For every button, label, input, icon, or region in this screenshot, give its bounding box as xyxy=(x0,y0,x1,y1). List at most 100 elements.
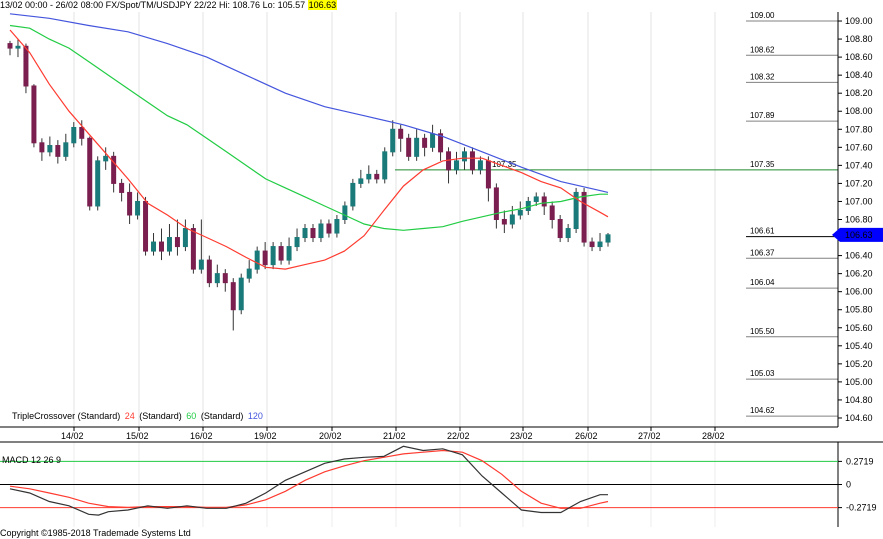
candle-body xyxy=(549,205,555,221)
candle[interactable] xyxy=(350,178,356,211)
y-tick-label-105.60: 105.60 xyxy=(845,323,873,333)
candle[interactable] xyxy=(95,156,101,211)
candle[interactable] xyxy=(238,273,244,315)
level-label-106.37: 106.37 xyxy=(750,248,775,257)
candle-body xyxy=(166,237,172,252)
candle-body xyxy=(517,209,523,216)
indicator-name: TripleCrossover (Standard) xyxy=(12,411,120,421)
y-tick-label-104.80: 104.80 xyxy=(845,395,873,405)
candle-body xyxy=(414,137,420,157)
x-tick-label-26-02: 26/02 xyxy=(575,431,598,441)
candle-body xyxy=(71,126,77,144)
x-tick-label-28-02: 28/02 xyxy=(702,431,725,441)
candle-body xyxy=(557,219,563,239)
candle[interactable] xyxy=(557,214,563,243)
candle-body xyxy=(294,237,300,248)
candle[interactable] xyxy=(87,136,93,211)
indicator-period-24-label: (Standard) xyxy=(139,411,182,421)
candle-body xyxy=(79,126,85,139)
y-tick-label-107.60: 107.60 xyxy=(845,142,873,152)
macd-signal-line xyxy=(9,449,609,509)
y-tick-label-108.00: 108.00 xyxy=(845,106,873,116)
time-axis: 14/02 15/02 16/02 19/02 20/02 21/02 22/02 23/02… xyxy=(61,427,725,441)
level-label-106.61: 106.61 xyxy=(750,227,775,236)
candle-body xyxy=(31,85,37,144)
candle-body xyxy=(390,128,396,153)
x-tick-label-16-02: 16/02 xyxy=(190,431,213,441)
candle-body xyxy=(469,151,475,171)
candle-body xyxy=(254,250,260,270)
macd-panel: 0.2719 0 -0.2719 xyxy=(0,441,883,527)
candle-body xyxy=(39,142,45,153)
x-tick-label-21-02: 21/02 xyxy=(383,431,406,441)
candle-body xyxy=(87,137,93,207)
candle-body xyxy=(206,259,212,284)
candle-body xyxy=(214,273,220,284)
candle[interactable] xyxy=(406,133,412,161)
candle-body xyxy=(406,137,412,157)
y-tick-label-105.00: 105.00 xyxy=(845,377,873,387)
candle-body xyxy=(135,200,141,216)
x-tick-label-27-02: 27/02 xyxy=(638,431,661,441)
y-tick-label-108.60: 108.60 xyxy=(845,52,873,62)
candle[interactable] xyxy=(23,43,29,94)
price-chart[interactable]: 109.00108.62108.32107.89107.35 107.35106.… xyxy=(0,0,883,539)
y-tick-label-106.20: 106.20 xyxy=(845,269,873,279)
candle-body xyxy=(174,237,180,248)
candle-body xyxy=(501,219,507,225)
candle-body xyxy=(302,228,308,239)
y-tick-label-107.80: 107.80 xyxy=(845,124,873,134)
y-tick-label-108.80: 108.80 xyxy=(845,34,873,44)
candle-body xyxy=(398,128,404,139)
candle-body xyxy=(262,250,268,266)
level-label-105.50: 105.50 xyxy=(750,327,775,336)
x-tick-label-22-02: 22/02 xyxy=(447,431,470,441)
y-tick-label-107.40: 107.40 xyxy=(845,160,873,170)
candle-body xyxy=(7,43,13,49)
candle-body xyxy=(350,182,356,207)
y-tick-label-105.20: 105.20 xyxy=(845,359,873,369)
candle-body xyxy=(565,228,571,239)
main-plot-area xyxy=(0,12,838,427)
candle-body xyxy=(286,246,292,261)
candle-body xyxy=(430,133,436,148)
candle[interactable] xyxy=(143,196,149,256)
candle-body xyxy=(151,241,157,252)
candle[interactable] xyxy=(469,147,475,175)
macd-tick-label: 0.2719 xyxy=(846,456,874,466)
candle[interactable] xyxy=(31,84,37,148)
candle-body xyxy=(509,214,515,225)
level-label-106.04: 106.04 xyxy=(750,278,775,287)
candle[interactable] xyxy=(254,246,260,274)
candle-body xyxy=(326,223,332,234)
candle[interactable] xyxy=(270,242,276,270)
candle[interactable] xyxy=(573,187,579,234)
candle-body xyxy=(198,259,204,270)
x-tick-label-19-02: 19/02 xyxy=(254,431,277,441)
level-label-105.03: 105.03 xyxy=(750,369,775,378)
candle-body xyxy=(318,223,324,239)
level-label-104.62: 104.62 xyxy=(750,406,775,415)
candle-body xyxy=(374,173,380,180)
y-tick-label-109.00: 109.00 xyxy=(845,16,873,26)
candle-body xyxy=(190,228,196,270)
copyright-notice: Copyright ©1985-2018 Trademade Systems L… xyxy=(0,528,191,538)
candle-body xyxy=(270,246,276,266)
candle[interactable] xyxy=(382,147,388,184)
candle-body xyxy=(342,205,348,221)
y-tick-label-106.80: 106.80 xyxy=(845,215,873,225)
macd-label: MACD 12 26 9 xyxy=(2,455,61,465)
candle-body xyxy=(493,187,499,221)
y-tick-label-106.40: 106.40 xyxy=(845,251,873,261)
candle-body xyxy=(589,241,595,248)
candle[interactable] xyxy=(206,255,212,288)
candle-body xyxy=(485,160,491,189)
x-tick-label-14-02: 14/02 xyxy=(61,431,84,441)
y-tick-label-108.20: 108.20 xyxy=(845,88,873,98)
candle-body xyxy=(382,151,388,180)
candle-body xyxy=(278,246,284,261)
candle-body xyxy=(366,173,372,180)
candle-body xyxy=(477,160,483,171)
level-label-108.62: 108.62 xyxy=(750,45,775,54)
candle-body xyxy=(581,191,587,243)
